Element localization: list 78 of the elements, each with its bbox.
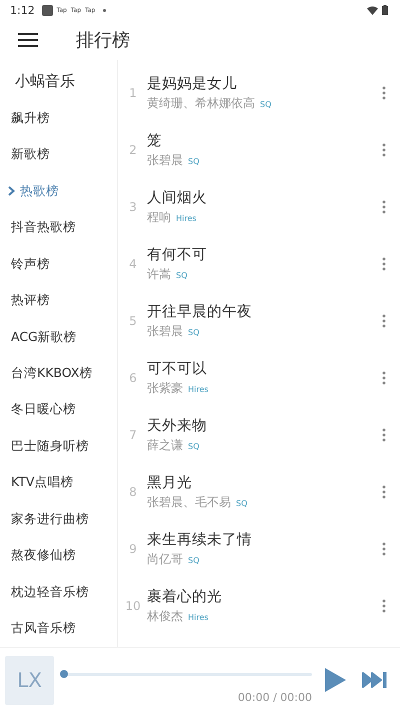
- song-title[interactable]: 可不可以: [147, 358, 374, 378]
- quality-tag: SQ: [260, 100, 272, 108]
- song-title[interactable]: 人间烟火: [147, 188, 374, 206]
- song-title[interactable]: 黑月光: [147, 472, 374, 492]
- rank-number: 5: [128, 314, 138, 328]
- chart-list-item[interactable]: 热评榜: [0, 282, 117, 319]
- song-title[interactable]: 裹着心的光: [147, 586, 374, 606]
- page-title: 排行榜: [76, 29, 130, 52]
- artist-name: 林俊杰: [147, 608, 183, 624]
- source-selector[interactable]: 小蜗音乐: [0, 60, 117, 100]
- chart-list-item[interactable]: 台湾KKBOX榜: [0, 355, 117, 392]
- chart-list-item[interactable]: KTV点唱榜: [0, 464, 117, 502]
- more-icon: [382, 142, 386, 156]
- chart-list-item[interactable]: 铃声榜: [0, 246, 117, 282]
- artist-name: 程响: [147, 208, 171, 226]
- song-title[interactable]: 笼: [147, 130, 374, 150]
- chart-list-item[interactable]: 冬日暖心榜: [0, 392, 117, 428]
- quality-tag: Hires: [176, 214, 196, 222]
- more-icon: [382, 598, 386, 612]
- artist-name: 张碧晨: [147, 322, 183, 340]
- chart-list-item[interactable]: 古风音乐榜: [0, 610, 117, 648]
- artist-name: 薛之谦: [147, 436, 183, 454]
- quality-tag: Hires: [188, 384, 208, 394]
- rank-number: 3: [128, 200, 138, 214]
- status-time: 1:12: [10, 4, 35, 16]
- quality-tag: SQ: [176, 270, 188, 280]
- quality-tag: SQ: [188, 556, 200, 564]
- artist-name: 尚亿哥: [147, 550, 183, 568]
- playback-time: 00:00 / 00:00: [238, 690, 312, 704]
- song-title[interactable]: 天外来物: [147, 416, 374, 434]
- artist-name: 张碧晨、毛不易: [147, 494, 231, 510]
- rank-number: 7: [128, 428, 138, 442]
- rank-number: 1: [128, 86, 138, 100]
- quality-tag: SQ: [236, 498, 248, 508]
- play-icon: [322, 667, 348, 693]
- chart-list-item[interactable]: 飙升榜: [0, 100, 117, 136]
- rank-number: 2: [128, 142, 138, 156]
- artist-name: 张紫豪: [147, 380, 183, 396]
- chart-list-item[interactable]: 巴士随身听榜: [0, 428, 117, 465]
- chart-list-item[interactable]: 抖音热歌榜: [0, 209, 117, 246]
- song-title[interactable]: 是妈妈是女儿: [147, 74, 374, 92]
- quality-tag: SQ: [188, 442, 200, 450]
- more-icon: [382, 484, 386, 498]
- more-icon: [382, 86, 386, 100]
- rank-number: 4: [128, 256, 138, 270]
- more-icon: [382, 370, 386, 384]
- battery-icon: [382, 5, 388, 15]
- chart-list-item[interactable]: 熬夜修仙榜: [0, 538, 117, 574]
- more-icon: [382, 256, 386, 270]
- notification-dot-icon: [103, 8, 106, 12]
- chart-list-item[interactable]: 热歌榜: [0, 172, 117, 210]
- chart-list-item[interactable]: 家务进行曲榜: [0, 501, 117, 538]
- chart-list-item[interactable]: 枕边轻音乐榜: [0, 574, 117, 611]
- chart-list-item[interactable]: ACG新歌榜: [0, 318, 117, 356]
- more-icon: [382, 428, 386, 442]
- chart-list-item[interactable]: 新歌榜: [0, 136, 117, 173]
- quality-tag: SQ: [188, 328, 200, 336]
- song-title[interactable]: 有何不可: [147, 244, 374, 264]
- wifi-icon: [367, 6, 378, 14]
- quality-tag: SQ: [188, 156, 200, 166]
- progress-handle[interactable]: [60, 670, 68, 678]
- song-title[interactable]: 来生再续未了情: [147, 530, 374, 548]
- rank-number: 10: [124, 598, 142, 612]
- more-icon: [382, 542, 386, 556]
- more-icon: [382, 200, 386, 214]
- rank-number: 6: [128, 370, 138, 384]
- rank-number: 9: [128, 542, 138, 556]
- artist-name: 张碧晨: [147, 152, 183, 168]
- artist-name: 许嵩: [147, 266, 171, 282]
- app-icon: [42, 4, 53, 16]
- quality-tag: Hires: [188, 612, 208, 622]
- artist-name: 黄绮珊、希林娜依高: [147, 94, 255, 112]
- song-title[interactable]: 开往早晨的午夜: [147, 302, 374, 320]
- more-icon: [382, 314, 386, 328]
- menu-icon: [18, 32, 38, 48]
- chevron-icon: [8, 186, 15, 196]
- rank-number: 8: [128, 484, 138, 498]
- skip-next-icon: [362, 671, 388, 689]
